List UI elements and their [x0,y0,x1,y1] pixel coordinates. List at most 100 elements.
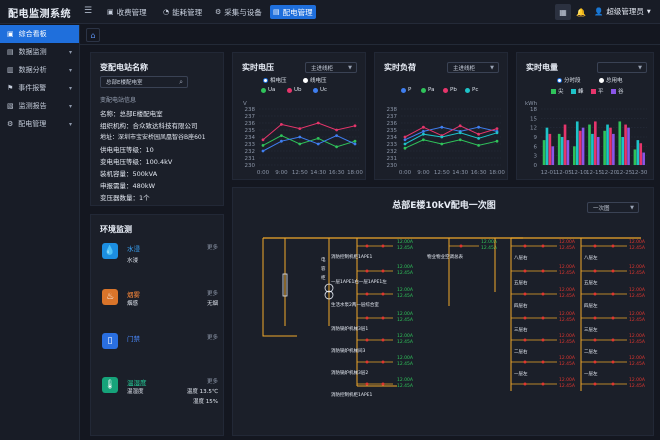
reading: 12.00A [397,311,414,317]
breaker-symbol [523,382,527,386]
breaker-symbol [541,244,545,248]
feeder-label: 五层右 [514,279,528,286]
x-tick-label: 16:30 [329,170,345,176]
feeder-label: 四层右 [514,302,528,309]
sidebar-item-dashboard[interactable]: ▣ 综合看板 [0,25,79,43]
energy-select[interactable]: ▼ [597,62,647,73]
nav-energy[interactable]: ◔ 能耗管理 [160,5,205,19]
feeder-label: 一层1APE1右一层1APE1左 [331,278,387,285]
bar-尖 [588,124,591,165]
breaker-symbol [611,316,615,320]
radio-icon [599,77,604,83]
reading: 12.00A [629,377,646,383]
data-point-Pb [458,124,462,128]
search-icon: ⌕ [179,77,183,86]
station-info-line: 变电电压等级：100.4kV [100,158,173,166]
data-point-Pa [422,138,425,142]
data-point-Pb [495,127,499,130]
bar-峰 [545,127,549,165]
user-menu[interactable]: 👤 超级管理员 ▼ [594,6,651,17]
y-tick-label: 233 [387,142,398,148]
more-link[interactable]: 更多 [207,377,218,385]
nav-devices[interactable]: ⚙ 采集与设备 [212,5,265,19]
more-link[interactable]: 更多 [207,289,218,297]
breaker-symbol [541,382,545,386]
reading: 12.00A [629,264,646,270]
sidebar-item-analysis[interactable]: ▥ 数据分析 ▾ [0,61,79,79]
collapse-menu-icon[interactable]: ☰ [84,6,96,17]
bar-平 [594,121,597,165]
sidebar-item-reports[interactable]: ▧ 监测报告 ▾ [0,97,79,115]
radio-icon [303,77,308,83]
home-icon[interactable]: ⌂ [86,28,100,42]
x-tick-label: 12-05 [556,170,572,176]
radio-phase[interactable]: 相电压 [263,76,287,84]
radio-line[interactable]: 线电压 [303,76,327,84]
data-point-Pa [403,146,407,150]
breaker-symbol [593,338,597,342]
bar-平 [548,133,552,165]
screen-icon[interactable]: ▦ [555,4,571,20]
reading: 12.45A [397,361,414,367]
x-tick-label: 12-25 [616,170,632,176]
sidebar-item-monitoring[interactable]: ▤ 数据监测 ▾ [0,43,79,61]
breaker-symbol [523,292,527,296]
data-point-Ua [280,134,283,137]
data-point-Pc [403,142,407,146]
bar-尖 [618,121,622,165]
data-point-Uc [316,142,320,146]
data-point-P [403,138,407,142]
station-info-line: 地址：深圳市宝安桥园凤凰智谷B座601 [100,134,206,141]
sidebar-item-alarms[interactable]: ⚑ 事件报警 ▾ [0,79,79,97]
data-point-Ub [353,124,357,128]
smoke-icon: ♨ [102,289,118,305]
bar-谷 [627,127,630,165]
station-info-line: 供电电压等级：10 [100,146,154,154]
load-select[interactable]: 主进线柜 ▼ [447,62,499,73]
breaker-symbol [459,244,463,248]
x-tick-label: 9:00 [275,170,288,176]
y-tick-label: 232 [387,149,398,155]
env-temperature: 🌡 温湿度 更多 温湿度 温度 13.5℃ 湿度 15% [100,373,218,413]
environment-panel: 环境监测 💧 水浸 更多 水浸 ♨ 烟雾 更多 烟感 无烟 ▯ 门禁 更多 🌡 … [90,214,224,436]
dashboard-icon: ▣ [7,30,14,38]
breaker-symbol [593,244,597,248]
feeder-label: 三层右 [514,326,528,333]
y-tick-label: 234 [245,135,256,141]
station-info-line: 装机容量：500kVA [100,170,158,178]
y-tick-label: 0 [534,163,538,169]
energy-chart: kWh036912151812-01 12-05 12-10 12-15 12-20 12… [525,101,648,176]
radio-total[interactable]: 总用电 [599,76,623,84]
more-link[interactable]: 更多 [207,333,218,341]
x-tick-label: 18:00 [347,170,363,176]
reading: 12.45A [629,293,646,299]
data-point-Ua [353,139,357,143]
feeder-label: 消防锅炉机械3层1 [331,325,368,332]
y-tick-label: 232 [245,149,256,155]
data-point-Pa [495,139,499,143]
more-link[interactable]: 更多 [207,243,218,251]
radio-period[interactable]: 分时段 [557,76,581,84]
single-line-diagram: 电容柜12.00A12.45A消防控制机柜1APE112.00A12.45A一层… [262,237,646,398]
x-tick-label: 12-15 [586,170,602,176]
bar-尖 [633,149,637,165]
data-point-P [440,125,444,129]
reading: 12.45A [397,293,414,299]
monitor-icon: ▤ [7,48,14,56]
reading: 12.00A [629,287,646,293]
data-point-Uc [335,134,338,137]
station-select[interactable]: 总部E楼配电室 ⌕ [100,76,188,88]
nav-distribution[interactable]: ▤ 配电管理 [270,5,316,19]
breaker-symbol [381,269,385,273]
y-tick-label: 15 [530,116,537,122]
nav-billing[interactable]: ▣ 收费管理 [104,5,150,19]
sidebar-item-distribution[interactable]: ⚙ 配电管理 ▾ [0,115,79,133]
bar-平 [578,130,582,165]
reading: 12.00A [397,287,414,293]
station-info-line: 组织机构：合众致达科技有限公司 [100,122,198,130]
diagram-select[interactable]: 一次图 ▼ [587,202,639,213]
bell-icon[interactable]: 🔔 [573,4,589,20]
voltage-select[interactable]: 主进线柜 ▼ [305,62,357,73]
reading: 12.45A [559,383,576,389]
breaker-symbol [611,244,615,248]
